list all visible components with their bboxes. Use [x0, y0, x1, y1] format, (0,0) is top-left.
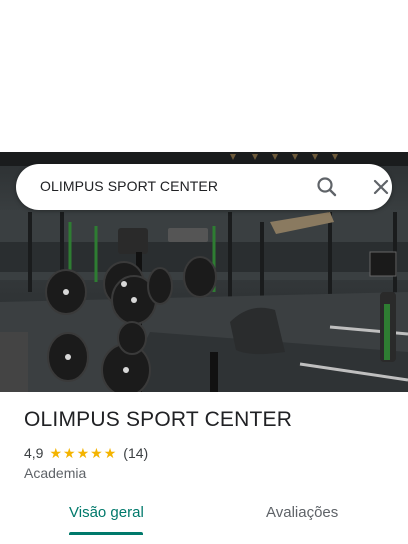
rating-value: 4,9 — [24, 445, 44, 461]
search-icon[interactable] — [314, 174, 340, 200]
close-icon[interactable] — [368, 174, 394, 200]
rating-row[interactable]: 4,9 ★ ★ ★ ★ ★ (14) — [24, 444, 148, 462]
search-input[interactable]: OLIMPUS SPORT CENTER — [40, 178, 218, 194]
rating-stars: ★ ★ ★ ★ ★ — [49, 446, 117, 460]
review-count: (14) — [123, 445, 149, 461]
star-icon: ★ — [49, 445, 63, 461]
star-icon: ★ — [103, 445, 117, 461]
place-title: OLIMPUS SPORT CENTER — [24, 408, 293, 431]
place-tabs: Visão geral Avaliações — [0, 490, 408, 544]
star-icon: ★ — [76, 445, 90, 461]
place-category: Academia — [24, 465, 87, 481]
star-icon: ★ — [90, 445, 103, 461]
tab-overview[interactable]: Visão geral — [69, 504, 144, 521]
tab-reviews[interactable]: Avaliações — [266, 504, 338, 521]
tab-selected-indicator — [69, 532, 143, 535]
star-icon: ★ — [63, 445, 76, 461]
search-bar[interactable]: OLIMPUS SPORT CENTER — [16, 164, 392, 210]
map-blank-area — [0, 0, 408, 152]
